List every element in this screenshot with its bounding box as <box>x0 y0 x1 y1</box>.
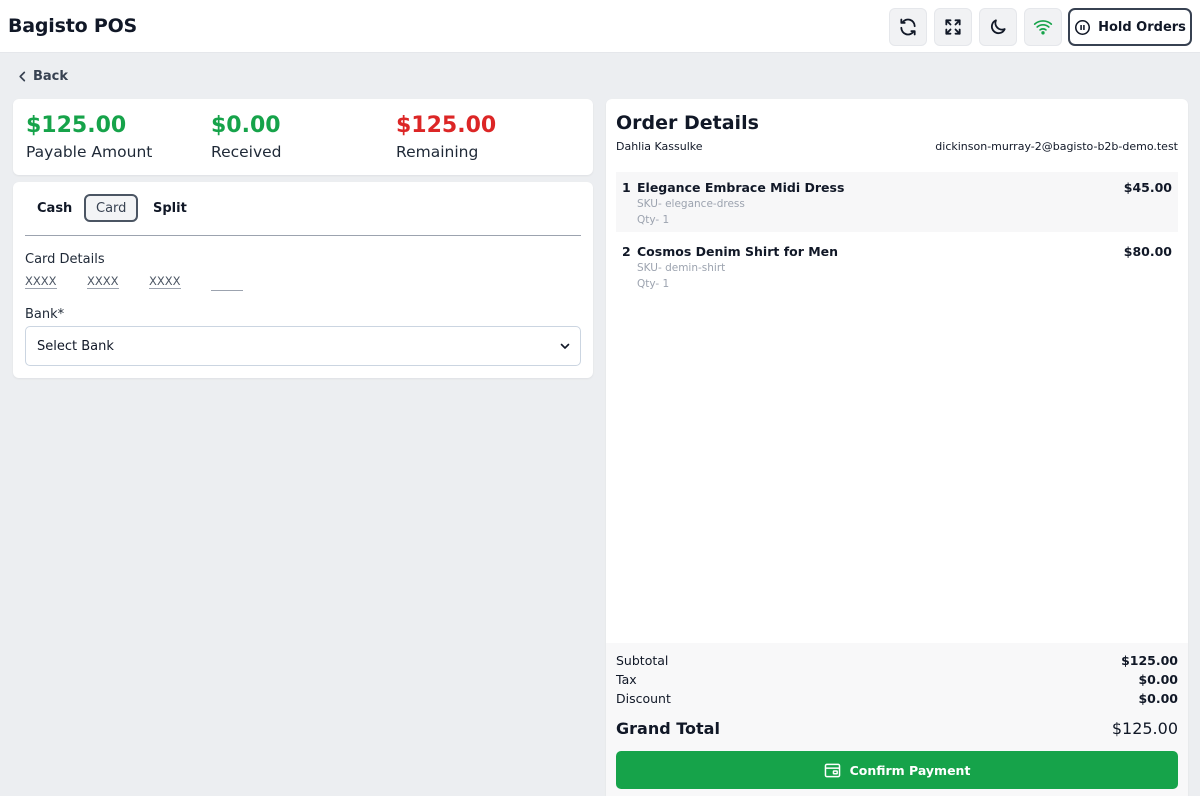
tab-cash[interactable]: Cash <box>27 194 82 222</box>
confirm-payment-label: Confirm Payment <box>849 762 971 778</box>
subtotal-value: $125.00 <box>1121 653 1178 668</box>
item-price: $45.00 <box>1123 180 1172 195</box>
tax-row: Tax $0.00 <box>616 672 1178 687</box>
item-index: 2 <box>622 244 631 259</box>
remaining-amount-label: Remaining <box>396 143 479 161</box>
hold-orders-button[interactable]: Hold Orders <box>1068 8 1192 46</box>
moon-icon <box>990 19 1006 35</box>
top-bar: Bagisto POS Hold Orders <box>0 0 1200 53</box>
tax-label: Tax <box>616 672 637 687</box>
item-qty: Qty- 1 <box>637 278 670 290</box>
payment-method-card: Cash Card Split Card Details Bank* Selec… <box>13 182 593 378</box>
discount-value: $0.00 <box>1138 691 1178 706</box>
payable-amount-value: $125.00 <box>26 113 127 138</box>
discount-row: Discount $0.00 <box>616 691 1178 706</box>
subtotal-label: Subtotal <box>616 653 669 668</box>
remaining-amount-value: $125.00 <box>396 113 497 138</box>
fullscreen-icon <box>945 19 961 35</box>
dark-mode-button[interactable] <box>979 8 1017 46</box>
payment-summary-card: $125.00 Payable Amount $0.00 Received $1… <box>13 99 593 175</box>
tab-divider <box>25 235 581 236</box>
confirm-payment-button[interactable]: Confirm Payment <box>616 751 1178 789</box>
order-details-card: Order Details Dahlia Kassulke dickinson-… <box>606 99 1188 796</box>
item-index: 1 <box>622 180 631 195</box>
item-price: $80.00 <box>1123 244 1172 259</box>
received-amount-label: Received <box>211 143 282 161</box>
card-number-field-1[interactable] <box>25 274 57 289</box>
subtotal-row: Subtotal $125.00 <box>616 653 1178 668</box>
tab-card[interactable]: Card <box>84 194 139 222</box>
customer-email: dickinson-murray-2@bagisto-b2b-demo.test <box>935 140 1178 153</box>
pause-circle-icon <box>1075 19 1091 35</box>
card-number-field-3[interactable] <box>149 274 181 289</box>
list-item: 2 Cosmos Denim Shirt for Men SKU- demin-… <box>616 236 1178 296</box>
item-name: Cosmos Denim Shirt for Men <box>637 244 839 259</box>
list-item: 1 Elegance Embrace Midi Dress SKU- elega… <box>616 172 1178 232</box>
remaining-amount: $125.00 Remaining <box>396 111 496 163</box>
bank-select-value: Select Bank <box>37 338 114 354</box>
back-label: Back <box>33 68 69 84</box>
app-title: Bagisto POS <box>8 15 138 37</box>
wifi-icon <box>1033 20 1053 35</box>
wallet-icon <box>824 763 840 777</box>
refresh-icon <box>900 18 916 36</box>
payable-amount-label: Payable Amount <box>26 143 153 161</box>
grand-total-row: Grand Total $125.00 <box>616 719 1178 738</box>
received-amount: $0.00 Received <box>211 111 282 163</box>
discount-label: Discount <box>616 691 671 706</box>
item-sku: SKU- elegance-dress <box>637 198 745 210</box>
network-status-button[interactable] <box>1024 8 1062 46</box>
chevron-left-icon <box>19 71 26 81</box>
bank-select[interactable]: Select Bank <box>25 326 581 366</box>
grand-total-value: $125.00 <box>1111 719 1178 738</box>
tab-split[interactable]: Split <box>143 194 197 222</box>
received-amount-value: $0.00 <box>211 113 281 138</box>
sync-button[interactable] <box>889 8 927 46</box>
card-number-field-2[interactable] <box>87 274 119 289</box>
tax-value: $0.00 <box>1138 672 1178 687</box>
order-title: Order Details <box>616 112 759 134</box>
hold-orders-label: Hold Orders <box>1098 19 1186 35</box>
item-qty: Qty- 1 <box>637 214 670 226</box>
card-number-field-4[interactable] <box>211 276 243 291</box>
grand-total-label: Grand Total <box>616 719 720 738</box>
item-name: Elegance Embrace Midi Dress <box>637 180 845 195</box>
back-link[interactable]: Back <box>18 67 68 85</box>
fullscreen-button[interactable] <box>934 8 972 46</box>
payable-amount: $125.00 Payable Amount <box>26 111 152 163</box>
card-details-label: Card Details <box>25 252 105 267</box>
chevron-down-icon <box>560 343 570 349</box>
customer-name: Dahlia Kassulke <box>616 140 703 153</box>
bank-label: Bank* <box>25 307 65 322</box>
item-sku: SKU- demin-shirt <box>637 262 726 274</box>
